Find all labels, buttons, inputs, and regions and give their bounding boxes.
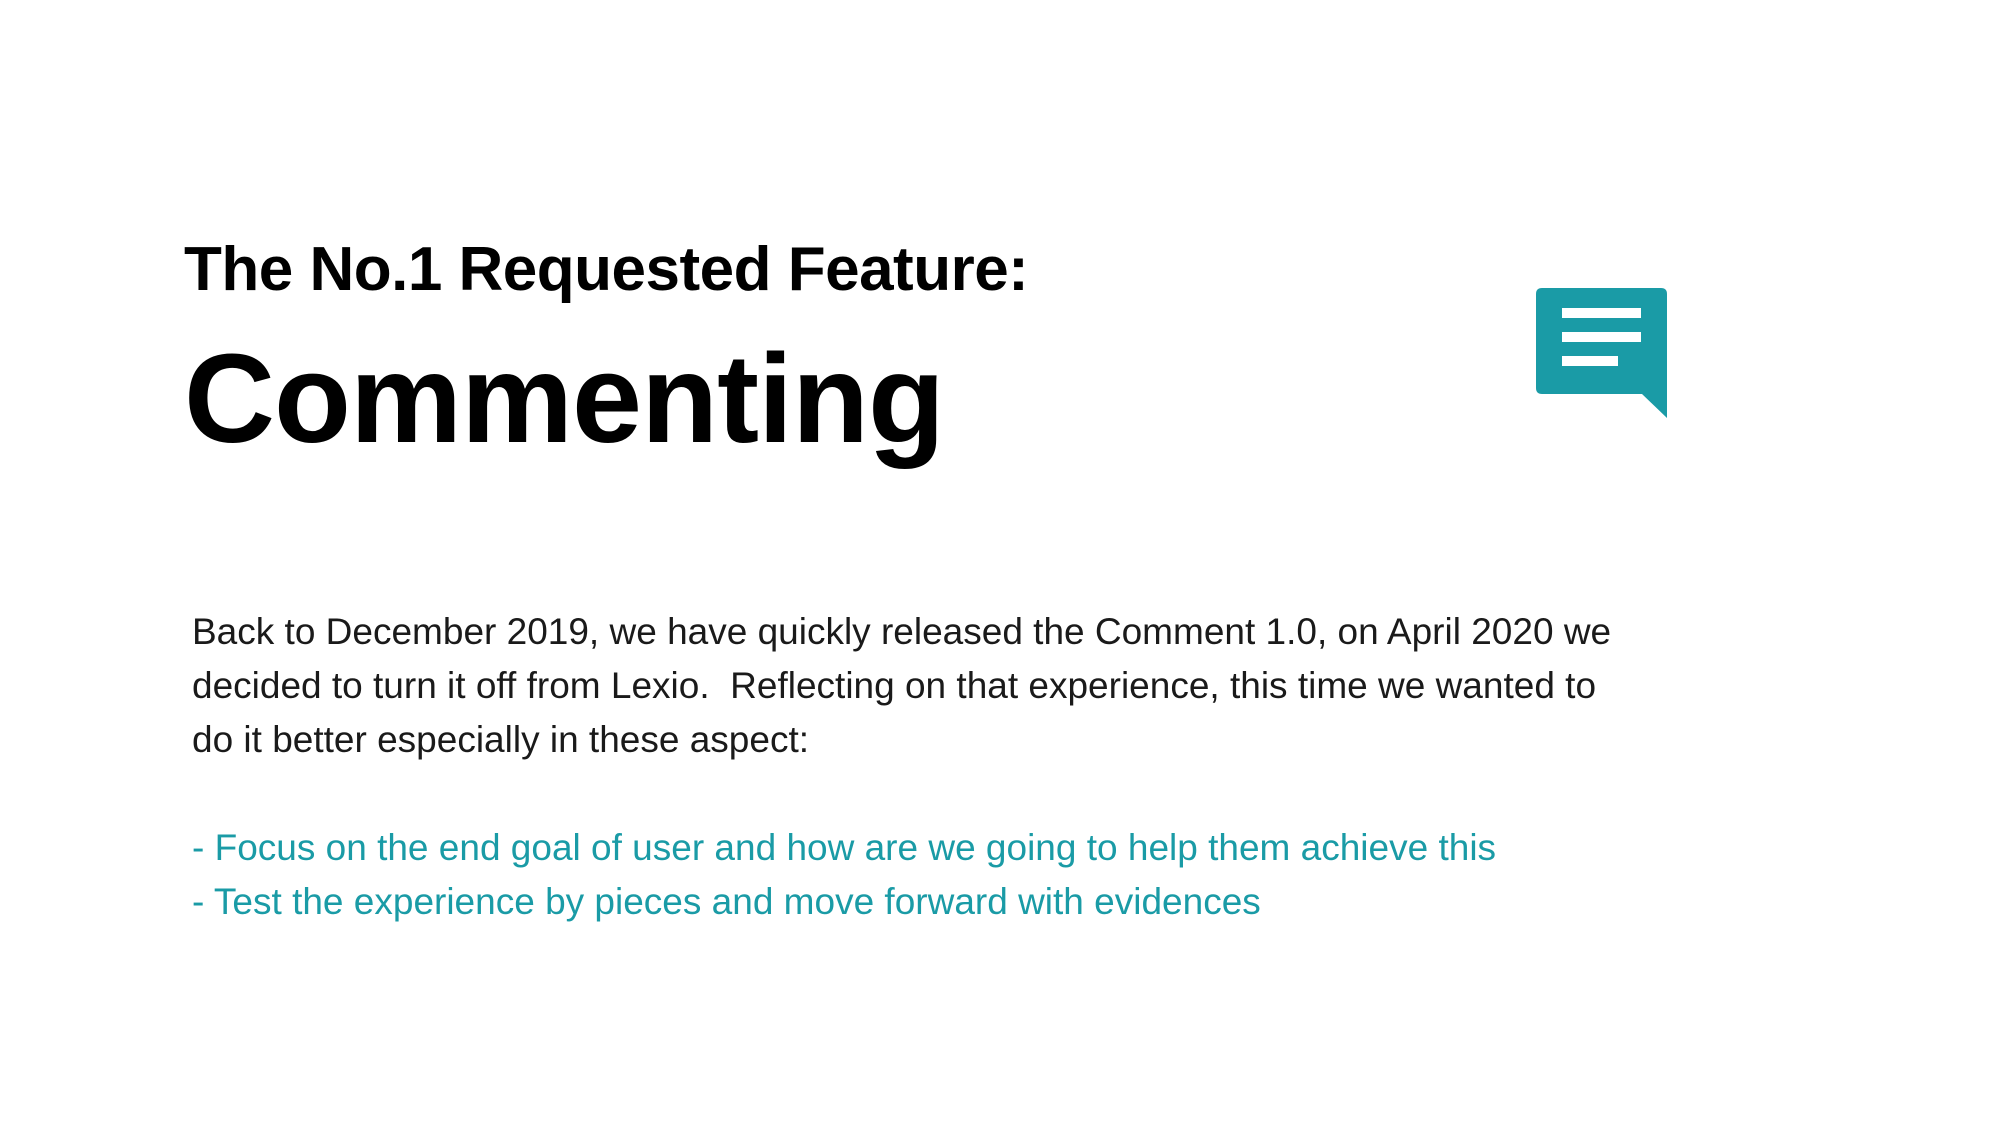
slide-subtitle: The No.1 Requested Feature:	[184, 235, 1029, 304]
bullet-item: - Focus on the end goal of user and how …	[192, 827, 1497, 868]
intro-paragraph: Back to December 2019, we have quickly r…	[192, 605, 1812, 767]
comment-bubble-icon	[1536, 288, 1667, 418]
intro-line-2: decided to turn it off from Lexio. Refle…	[192, 665, 1597, 706]
intro-line-1: Back to December 2019, we have quickly r…	[192, 611, 1612, 652]
slide: The No.1 Requested Feature: Commenting B…	[0, 0, 2000, 1125]
intro-line-3: do it better especially in these aspect:	[192, 719, 810, 760]
bullet-item: - Test the experience by pieces and move…	[192, 881, 1261, 922]
slide-title: Commenting	[184, 328, 945, 469]
slide-body: Back to December 2019, we have quickly r…	[192, 605, 1812, 929]
bullet-list: - Focus on the end goal of user and how …	[192, 821, 1812, 929]
